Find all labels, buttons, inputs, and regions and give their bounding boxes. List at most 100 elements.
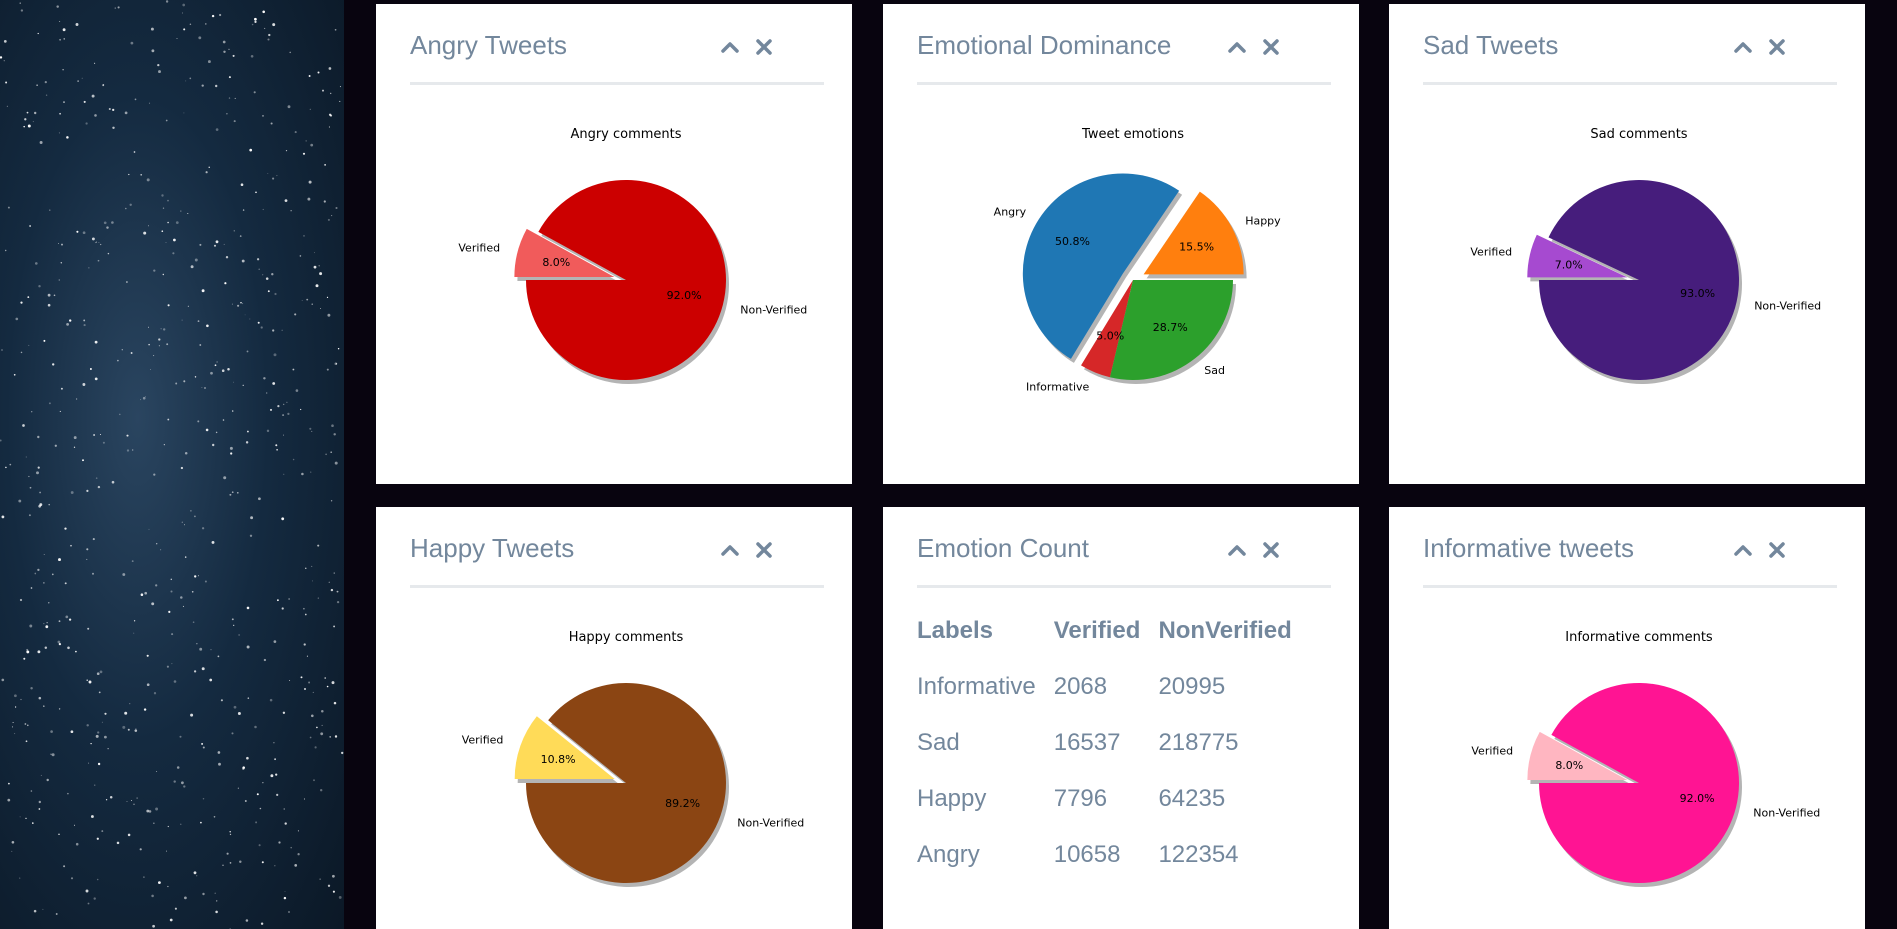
pie-percent-label: 93.0% (1680, 287, 1715, 300)
table-row: Happy 7796 64235 (917, 783, 1310, 839)
close-icon (756, 39, 772, 55)
pie-chart-informative: Informative comments 92.0% Non-Verified 8.0… (1389, 603, 1865, 929)
table-cell: Happy (917, 785, 987, 812)
table-cell: 7796 (1053, 785, 1108, 812)
column-header: Verified (1053, 617, 1141, 644)
pie-percent-label: 10.8% (541, 753, 576, 766)
close-button[interactable] (1767, 37, 1787, 57)
column-header: Labels (917, 617, 994, 644)
panel-header: Informative tweets (1423, 507, 1837, 588)
close-button[interactable] (754, 37, 774, 57)
pie-category-label: Verified (1470, 246, 1512, 259)
chevron-up-icon (1228, 545, 1246, 556)
panel-header: Angry Tweets (410, 4, 824, 85)
chart-title: Sad comments (1590, 127, 1687, 142)
collapse-button[interactable] (720, 37, 740, 57)
table-header-row: Labels Verified NonVerified (917, 617, 1310, 671)
panel-header: Emotional Dominance (917, 4, 1331, 85)
pie-percent-label: 15.5% (1179, 240, 1214, 253)
panel-happy-tweets: Happy Tweets Happy comments 89.2% Non-Veri… (376, 507, 852, 929)
close-icon (1263, 39, 1279, 55)
pie-chart-emotions: Tweet emotions 15.5% Happy 50.8% Angry 5.0% In… (883, 100, 1359, 460)
chevron-up-icon (721, 42, 739, 53)
pie-category-label: Happy (1245, 215, 1281, 228)
table-cell: 10658 (1053, 841, 1121, 868)
chevron-up-icon (1734, 42, 1752, 53)
pie-chart-sad: Sad comments 93.0% Non-Verified 7.0% Verifie… (1389, 100, 1865, 460)
panel-title: Emotion Count (917, 533, 1089, 563)
pie-category-label: Non-Verified (1754, 300, 1821, 313)
panel-toolbox (720, 535, 774, 565)
panel-header: Emotion Count (917, 507, 1331, 588)
panel-sad-tweets: Sad Tweets Sad comments 93.0% Non-Verified… (1389, 4, 1865, 484)
starfield-background (0, 0, 344, 929)
panel-title: Sad Tweets (1423, 30, 1559, 60)
close-icon (1769, 542, 1785, 558)
table-row: Sad 16537 218775 (917, 727, 1310, 783)
panel-header: Sad Tweets (1423, 4, 1837, 85)
close-icon (1263, 542, 1279, 558)
panel-emotional-dominance: Emotional Dominance Tweet emotions 15.5% H… (883, 4, 1359, 484)
pie-chart-happy: Happy comments 89.2% Non-Verified 10.8% Veri… (376, 603, 852, 929)
panel-informative-tweets: Informative tweets Informative comments 9… (1389, 507, 1865, 929)
panel-toolbox (1227, 32, 1281, 62)
pie-category-label: Verified (1471, 745, 1513, 758)
close-button[interactable] (1261, 37, 1281, 57)
panel-angry-tweets: Angry Tweets Angry comments 92.0% Non-Veri… (376, 4, 852, 484)
chevron-up-icon (1228, 42, 1246, 53)
close-icon (756, 542, 772, 558)
chart-title: Informative comments (1565, 630, 1713, 645)
table-cell: 16537 (1053, 729, 1121, 756)
pie-percent-label: 5.0% (1096, 330, 1124, 343)
panel-toolbox (720, 32, 774, 62)
table-cell: 64235 (1158, 785, 1226, 812)
table-row: Angry 10658 122354 (917, 839, 1310, 895)
pie-percent-label: 92.0% (667, 289, 702, 302)
close-button[interactable] (1767, 540, 1787, 560)
panel-title: Informative tweets (1423, 533, 1634, 563)
panel-toolbox (1227, 535, 1281, 565)
close-icon (1769, 39, 1785, 55)
chevron-up-icon (1734, 545, 1752, 556)
panel-toolbox (1733, 535, 1787, 565)
table-cell: 2068 (1053, 673, 1108, 700)
collapse-button[interactable] (1733, 540, 1753, 560)
chevron-up-icon (721, 545, 739, 556)
pie-category-label: Verified (462, 734, 504, 747)
collapse-button[interactable] (720, 540, 740, 560)
chart-title: Tweet emotions (1081, 127, 1184, 142)
dashboard: Angry Tweets Angry comments 92.0% Non-Veri… (0, 0, 1897, 929)
chart-title: Angry comments (570, 127, 681, 142)
panel-title: Angry Tweets (410, 30, 568, 60)
collapse-button[interactable] (1227, 540, 1247, 560)
table-cell: Sad (917, 729, 960, 756)
collapse-button[interactable] (1733, 37, 1753, 57)
table-cell: 20995 (1158, 673, 1226, 700)
pie-percent-label: 7.0% (1555, 258, 1583, 271)
pie-percent-label: 28.7% (1153, 321, 1188, 334)
pie-percent-label: 89.2% (665, 797, 700, 810)
table-cell: 218775 (1158, 729, 1239, 756)
panel-toolbox (1733, 32, 1787, 62)
pie-category-label: Informative (1026, 380, 1089, 393)
pie-slice (1539, 180, 1739, 381)
pie-percent-label: 92.0% (1680, 792, 1715, 805)
pie-category-label: Non-Verified (740, 303, 807, 316)
pie-category-label: Sad (1204, 364, 1225, 377)
pie-percent-label: 8.0% (1555, 759, 1583, 772)
table-cell: 122354 (1158, 841, 1239, 868)
emotion-count-table: Labels Verified NonVerified Informative … (917, 617, 1310, 895)
pie-chart-angry: Angry comments 92.0% Non-Verified 8.0% Verif… (376, 100, 852, 460)
table-cell: Informative (917, 673, 1036, 700)
chart-title: Happy comments (569, 630, 684, 645)
collapse-button[interactable] (1227, 37, 1247, 57)
pie-percent-label: 50.8% (1055, 235, 1090, 248)
panel-header: Happy Tweets (410, 507, 824, 588)
pie-category-label: Verified (458, 242, 500, 255)
pie-category-label: Angry (994, 205, 1027, 218)
close-button[interactable] (754, 540, 774, 560)
panel-emotion-count: Emotion Count Labels Verified NonVerifie… (883, 507, 1359, 929)
table-row: Informative 2068 20995 (917, 671, 1310, 727)
close-button[interactable] (1261, 540, 1281, 560)
pie-category-label: Non-Verified (737, 816, 804, 829)
